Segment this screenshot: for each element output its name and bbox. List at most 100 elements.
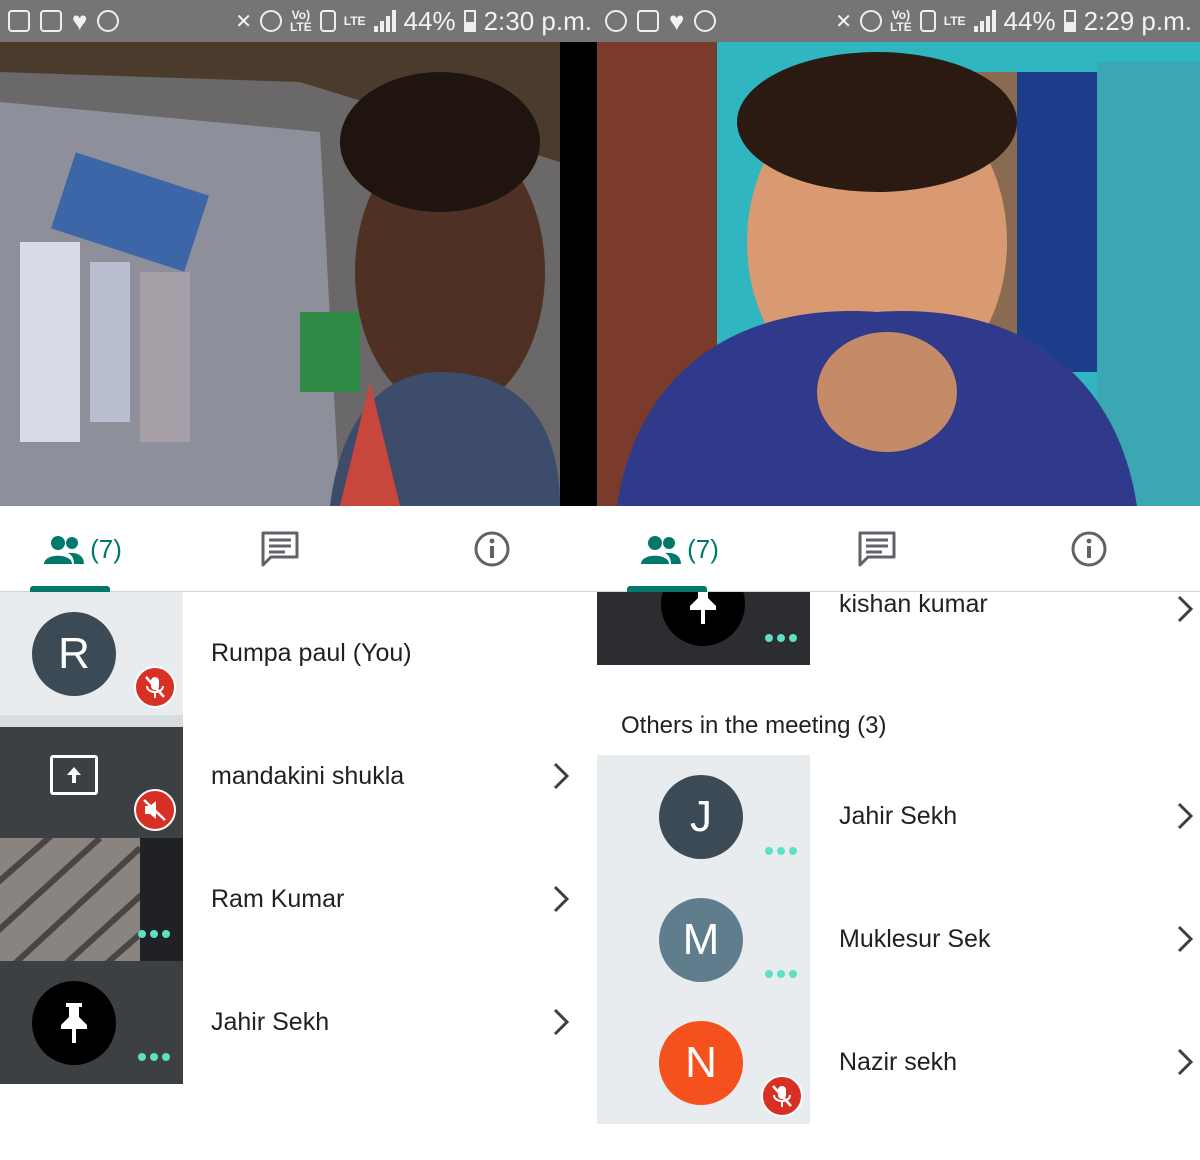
recycle-icon: [40, 10, 62, 32]
sim-icon: [319, 10, 336, 32]
participant-row[interactable]: N Nazir sekh: [597, 1001, 1200, 1124]
tab-people[interactable]: (7): [28, 506, 138, 592]
participant-row[interactable]: kishan kumar: [597, 592, 1200, 665]
avatar: N: [659, 1021, 743, 1105]
speaker-off-icon: [134, 789, 176, 831]
mic-off-icon: [134, 666, 176, 708]
alarm-icon: [859, 10, 882, 32]
more-dots-icon: [138, 930, 170, 938]
participant-name: kishan kumar: [839, 592, 988, 618]
tab-bar: (7): [597, 506, 1200, 592]
right-screenshot: ♥ ✕ Vo) LTE LTE 44% 2:29 p.m. (7) kishan…: [597, 0, 1200, 1160]
participant-row[interactable]: R Rumpa paul (You): [0, 592, 600, 715]
participant-thumbnail: R: [0, 592, 183, 715]
volte-icon: Vo) LTE: [889, 8, 912, 34]
chevron-right-icon[interactable]: [1176, 801, 1194, 831]
chat-notification-icon: [605, 10, 627, 32]
more-dots-icon: [765, 970, 797, 978]
chevron-right-icon[interactable]: [552, 1007, 570, 1037]
lte-icon: LTE: [343, 14, 366, 28]
video-letterbox: [560, 42, 600, 506]
participant-thumbnail: N: [597, 1001, 810, 1124]
chevron-right-icon[interactable]: [1176, 1047, 1194, 1077]
sim-icon: [919, 10, 936, 32]
shared-screen-strip: [0, 715, 183, 727]
tab-bar: (7): [0, 506, 600, 592]
battery-percent: 44%: [1003, 5, 1056, 36]
status-bar: ♥ ✕ Vo) LTE LTE 44% 2:29 p.m.: [597, 0, 1200, 42]
main-video-feed[interactable]: [597, 42, 1200, 506]
avatar: M: [659, 898, 743, 982]
app-notification-icon: [97, 10, 120, 32]
clock: 2:30 p.m.: [483, 5, 592, 36]
participant-thumbnail: M: [597, 878, 810, 1001]
avatar: R: [32, 612, 116, 696]
participant-name: Nazir sekh: [839, 1048, 958, 1076]
participant-thumbnail: [0, 715, 183, 838]
main-video-feed[interactable]: [0, 42, 560, 506]
battery-icon: [463, 10, 476, 32]
people-icon: [641, 536, 682, 564]
info-icon: [1071, 531, 1107, 567]
avatar: J: [659, 775, 743, 859]
mute-icon: ✕: [835, 10, 852, 33]
participant-name: Rumpa paul (You): [211, 639, 412, 667]
people-count: (7): [90, 533, 122, 564]
info-icon: [474, 531, 510, 567]
participant-name: Jahir Sekh: [211, 1008, 330, 1036]
participant-row[interactable]: Jahir Sekh: [0, 961, 600, 1084]
participant-name: mandakini shukla: [211, 762, 405, 790]
battery-percent: 44%: [403, 5, 456, 36]
tab-chat[interactable]: [250, 506, 310, 592]
participant-row[interactable]: Ram Kumar: [0, 838, 600, 961]
chat-icon: [261, 531, 299, 567]
alarm-icon: [259, 10, 282, 32]
tab-people[interactable]: (7): [625, 506, 735, 592]
more-dots-icon: [765, 847, 797, 855]
participant-name: Muklesur Sek: [839, 925, 991, 953]
clock: 2:29 p.m.: [1083, 5, 1192, 36]
heart-icon: ♥: [669, 5, 685, 36]
pin-icon: [661, 592, 745, 646]
people-count: (7): [687, 533, 719, 564]
more-dots-icon: [765, 634, 797, 642]
participant-thumbnail: J: [597, 755, 810, 878]
heart-icon: ♥: [72, 5, 88, 36]
others-section-heading: Others in the meeting (3): [621, 712, 887, 739]
tab-info[interactable]: [462, 506, 522, 592]
present-icon: [50, 755, 98, 795]
tab-info[interactable]: [1059, 506, 1119, 592]
left-screenshot: ♥ ✕ Vo) LTE LTE 44% 2:30 p.m. (7) R Rump…: [0, 0, 600, 1160]
participant-name: Jahir Sekh: [839, 802, 958, 830]
chevron-right-icon[interactable]: [552, 884, 570, 914]
video-thumbnail: [0, 838, 140, 961]
participant-list: kishan kumar Others in the meeting (3) J…: [597, 592, 1200, 1160]
participant-list: R Rumpa paul (You) mandakini shukla Ram …: [0, 592, 600, 1160]
participant-name: Ram Kumar: [211, 885, 345, 913]
participant-row[interactable]: J Jahir Sekh: [597, 755, 1200, 878]
video-frame: [0, 42, 560, 506]
mute-icon: ✕: [235, 10, 252, 33]
chevron-right-icon[interactable]: [1176, 924, 1194, 954]
gallery-icon: [8, 10, 30, 32]
chevron-right-icon[interactable]: [1176, 594, 1194, 624]
participant-thumbnail: [0, 838, 183, 961]
video-frame: [597, 42, 1200, 506]
participant-thumbnail: [0, 961, 183, 1084]
chat-icon: [858, 531, 896, 567]
recycle-icon: [637, 10, 659, 32]
tab-chat[interactable]: [847, 506, 907, 592]
signal-icon: [373, 10, 396, 32]
participant-row[interactable]: M Muklesur Sek: [597, 878, 1200, 1001]
people-icon: [44, 536, 85, 564]
battery-icon: [1063, 10, 1076, 32]
more-dots-icon: [138, 1053, 170, 1061]
participant-row[interactable]: mandakini shukla: [0, 715, 600, 838]
participant-thumbnail: [597, 592, 810, 665]
mic-off-icon: [761, 1075, 803, 1117]
signal-icon: [973, 10, 996, 32]
app-notification-icon: [694, 10, 717, 32]
volte-icon: Vo) LTE: [289, 8, 312, 34]
lte-icon: LTE: [943, 14, 966, 28]
chevron-right-icon[interactable]: [552, 761, 570, 791]
